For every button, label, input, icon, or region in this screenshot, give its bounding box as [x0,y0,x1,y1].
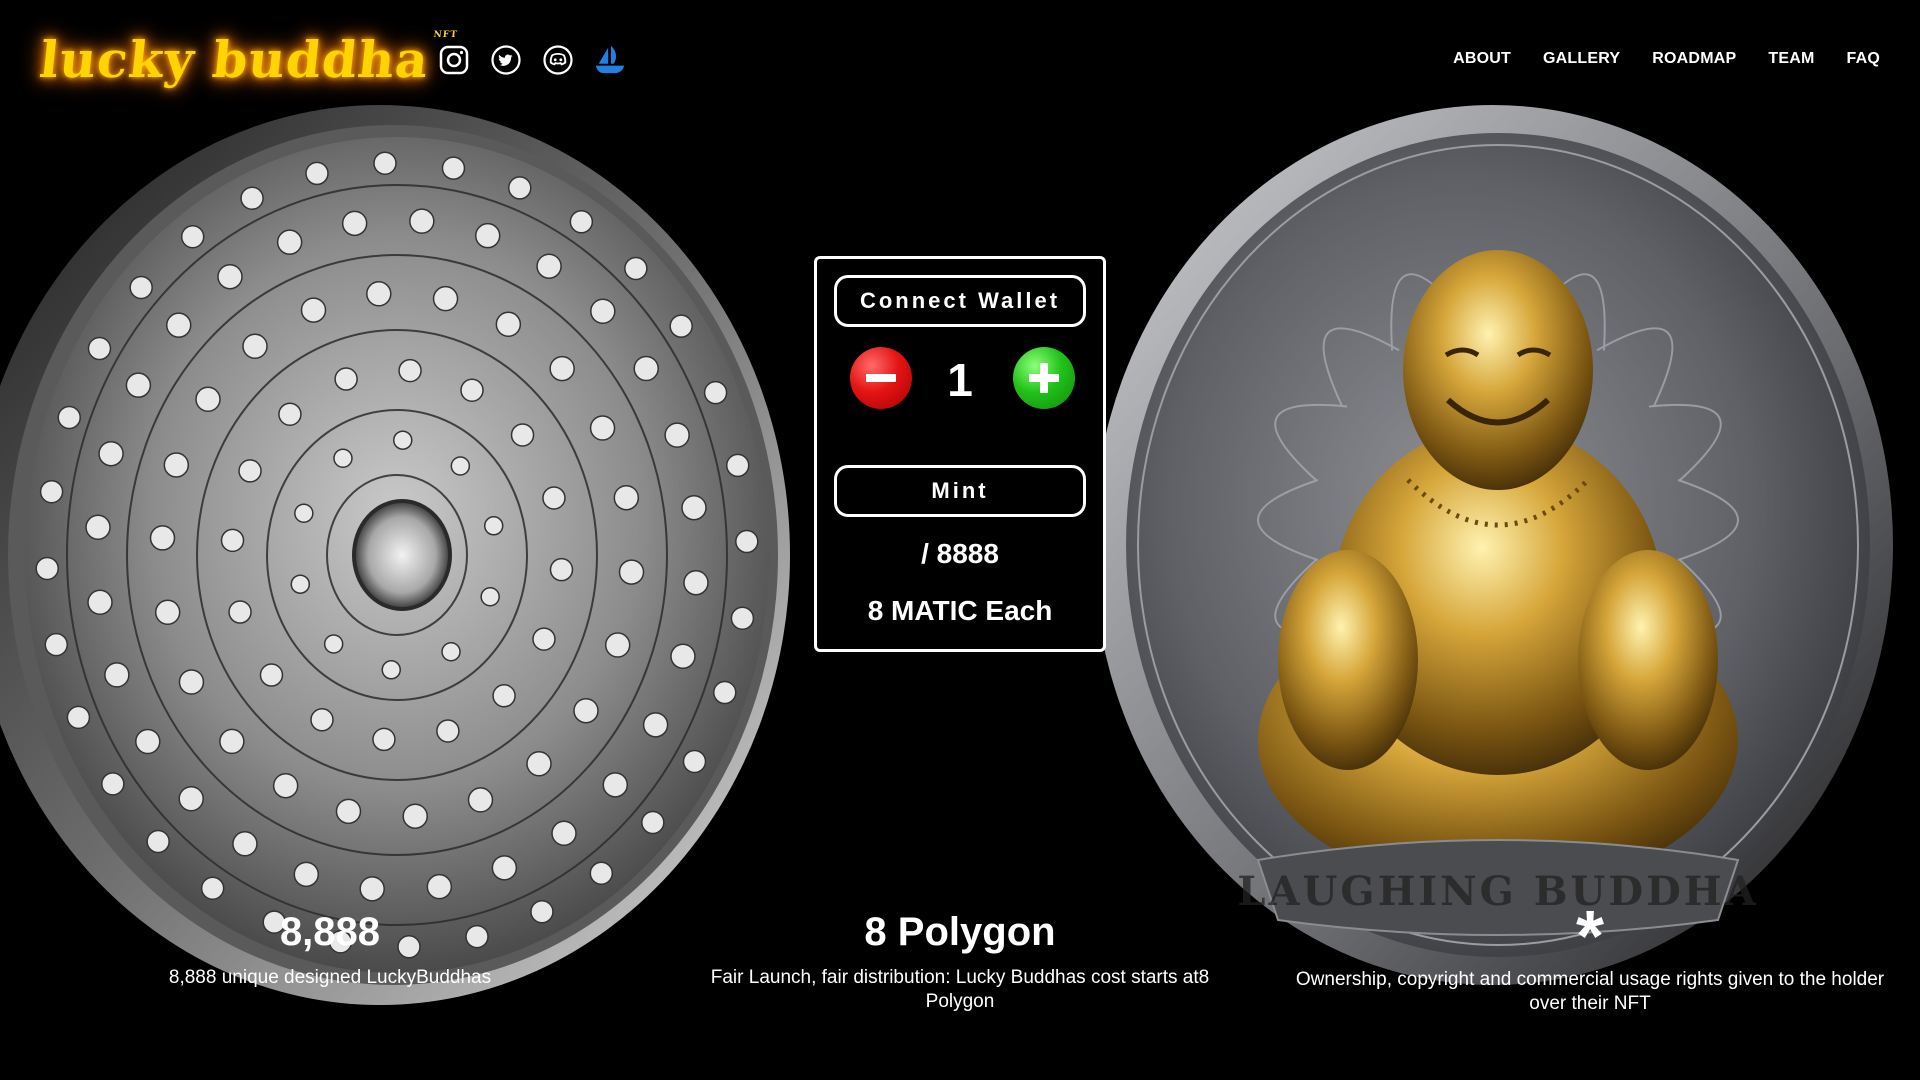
stat-price: 8 Polygon Fair Launch, fair distribution… [690,912,1230,1014]
logo[interactable]: lucky buddhaNFT [37,30,458,89]
logo-trademark: NFT [432,30,459,40]
quantity-stepper: 1 [817,347,1103,413]
stat-rights-description: Ownership, copyright and commercial usag… [1295,969,1885,1014]
nav-about[interactable]: ABOUT [1453,50,1511,68]
nav-faq[interactable]: FAQ [1847,50,1881,68]
stat-supply: 8,888 8,888 unique designed LuckyBuddhas [130,912,530,990]
connect-wallet-button[interactable]: Connect Wallet [834,275,1086,327]
quantity-value: 1 [947,354,973,406]
social-links [438,44,626,76]
stat-rights: * Ownership, copyright and commercial us… [1290,897,1890,1016]
minus-icon [866,374,896,382]
coin-inscription: LAUGHING BUDDHA [1237,868,1758,915]
main-nav: ABOUT GALLERY ROADMAP TEAM FAQ [1453,50,1880,68]
instagram-icon[interactable] [438,44,470,76]
asterisk-icon: * [1575,897,1605,977]
discord-icon[interactable] [542,44,574,76]
nav-team[interactable]: TEAM [1768,50,1814,68]
twitter-icon[interactable] [490,44,522,76]
stat-price-description: Fair Launch, fair distribution: Lucky Bu… [710,967,1210,1012]
nav-roadmap[interactable]: ROADMAP [1652,50,1736,68]
opensea-icon[interactable] [594,44,626,76]
increase-quantity-button[interactable] [1013,347,1075,409]
stat-supply-description: 8,888 unique designed LuckyBuddhas [168,967,492,988]
supply-counter: / 8888 [921,538,999,569]
mandala-coin-image [0,105,790,1005]
plus-icon [1029,363,1059,393]
decrease-quantity-button[interactable] [850,347,912,409]
mint-panel: Connect Wallet 1 Mint / 8888 8 MATIC Eac… [814,256,1106,652]
mint-price: 8 MATIC Each [867,595,1053,626]
mint-button[interactable]: Mint [834,465,1086,517]
buddha-coin-image: LAUGHING BUDDHA [1093,105,1893,985]
stat-supply-value: 8,888 [279,910,381,954]
stat-price-value: 8 Polygon [864,910,1056,954]
nav-gallery[interactable]: GALLERY [1543,50,1620,68]
